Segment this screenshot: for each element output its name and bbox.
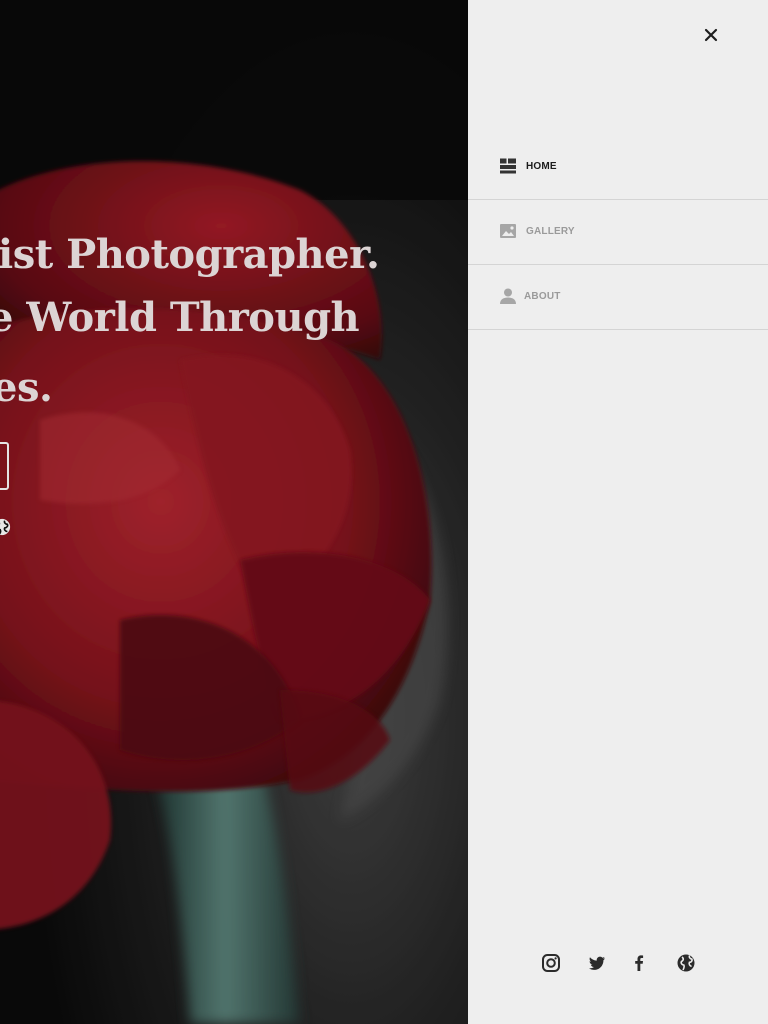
globe-icon[interactable] [0,518,11,536]
hero-headline-line-1: ist Photographer. [0,231,380,278]
nav-label-home: HOME [526,161,557,172]
nav-item-about[interactable]: ABOUT [468,265,768,330]
nav-item-home[interactable]: HOME [468,135,768,200]
nav-label-gallery: GALLERY [526,226,575,237]
hero-section: ist Photographer. e World Through es. [0,0,468,1024]
hero-cta-button[interactable] [0,442,9,490]
close-icon[interactable] [698,22,724,48]
nav-label-about: ABOUT [524,291,561,302]
home-grid-icon [500,158,516,174]
rose-background-image [0,0,468,1024]
social-links [468,950,768,976]
side-menu-panel: HOME GALLERY ABOUT [468,0,768,1024]
facebook-icon[interactable] [626,950,652,976]
image-icon [500,224,516,238]
hero-headline-line-2: e World Through [0,294,360,341]
instagram-icon[interactable] [538,950,564,976]
person-icon [500,288,516,304]
main-nav: HOME GALLERY ABOUT [468,135,768,330]
globe-icon[interactable] [673,950,699,976]
twitter-icon[interactable] [584,950,610,976]
nav-item-gallery[interactable]: GALLERY [468,200,768,265]
hero-headline-line-3: es. [0,364,53,411]
